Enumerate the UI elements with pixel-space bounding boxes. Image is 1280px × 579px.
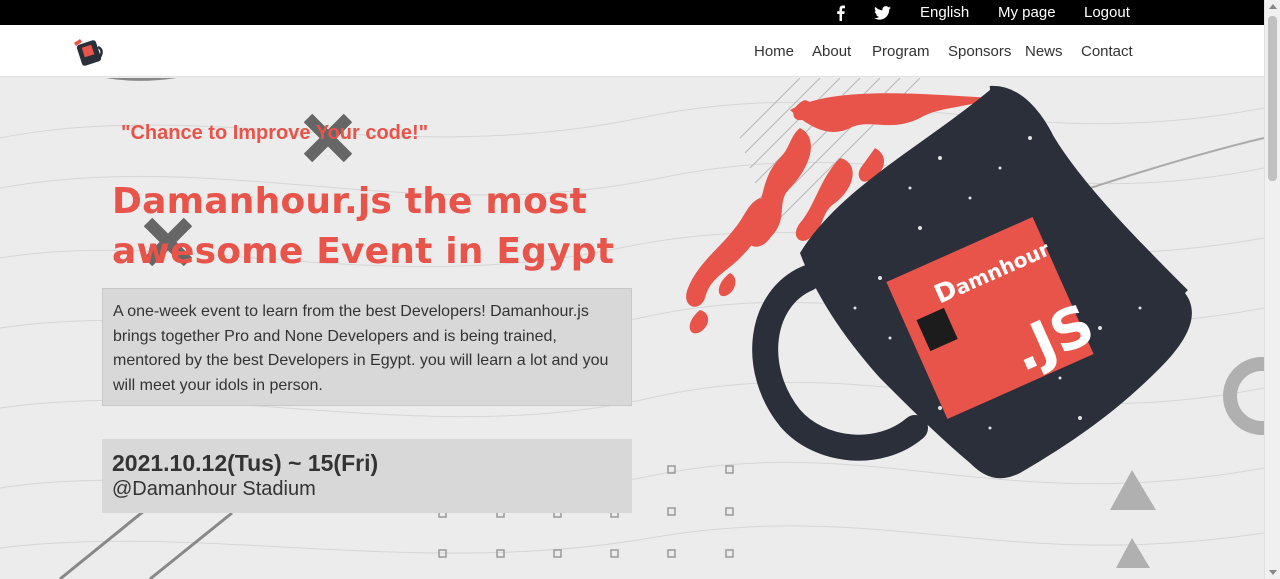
- nav-contact[interactable]: Contact: [1081, 43, 1133, 60]
- headline-line-1: Damanhour.js the most: [112, 181, 588, 222]
- nav-home[interactable]: Home: [754, 43, 794, 60]
- event-info-box: 2021.10.12(Tus) ~ 15(Fri) @Damanhour Sta…: [102, 439, 632, 513]
- nav-about[interactable]: About: [812, 43, 851, 60]
- description-box: A one-week event to learn from the best …: [102, 288, 632, 406]
- logout-link[interactable]: Logout: [1084, 4, 1130, 21]
- twitter-icon[interactable]: [874, 6, 891, 20]
- page-title: Damanhour.js the most awesome Event in E…: [112, 177, 632, 277]
- event-venue: @Damanhour Stadium: [112, 478, 316, 500]
- hero-section: "Chance to Improve Your code!" Damanhour…: [0, 78, 1264, 579]
- event-description: A one-week event to learn from the best …: [113, 303, 609, 394]
- mug-illustration: [686, 85, 1192, 479]
- facebook-icon[interactable]: [834, 5, 846, 21]
- top-bar: English My page Logout: [0, 0, 1264, 25]
- nav-news[interactable]: News: [1025, 43, 1063, 60]
- event-date: 2021.10.12(Tus) ~ 15(Fri): [112, 450, 379, 476]
- scrollbar-thumb[interactable]: [1268, 16, 1277, 181]
- headline-line-2: awesome Event in Egypt: [112, 231, 615, 272]
- site-logo[interactable]: [66, 33, 106, 67]
- tagline: "Chance to Improve Your code!": [121, 122, 429, 144]
- scroll-up-icon[interactable]: [1269, 4, 1277, 9]
- nav-program[interactable]: Program: [872, 43, 930, 60]
- mypage-link[interactable]: My page: [998, 4, 1056, 21]
- scroll-down-icon[interactable]: [1269, 570, 1277, 575]
- language-link[interactable]: English: [920, 4, 969, 21]
- page-scrollbar[interactable]: [1264, 0, 1280, 579]
- main-navbar: Home About Program Sponsors News Contact: [0, 25, 1264, 77]
- nav-sponsors[interactable]: Sponsors: [948, 43, 1011, 60]
